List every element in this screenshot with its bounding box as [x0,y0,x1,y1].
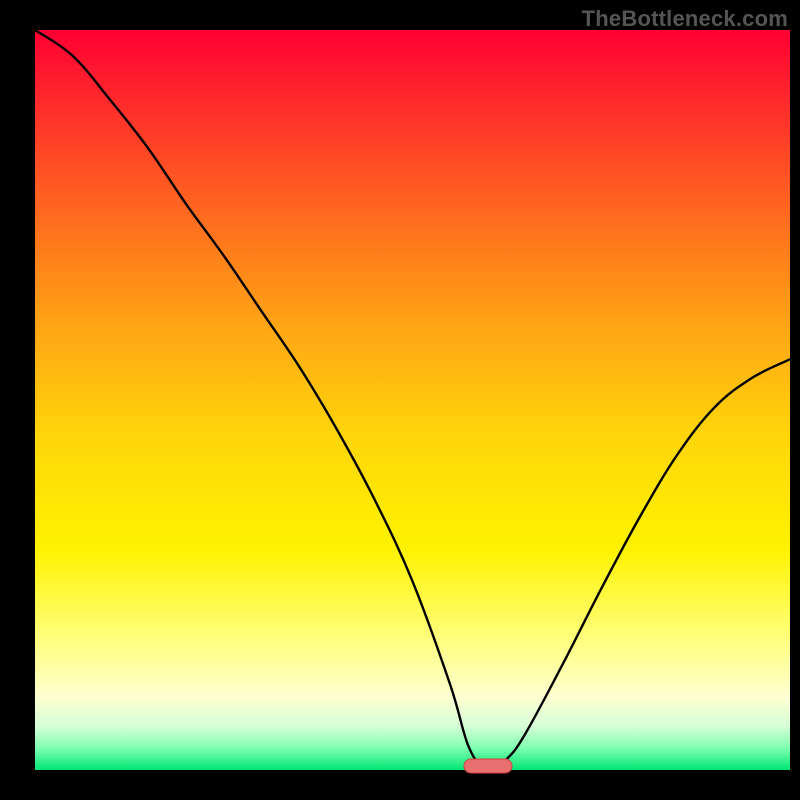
optimal-marker [464,759,512,773]
attribution-label: TheBottleneck.com [582,6,788,32]
chart-canvas: TheBottleneck.com [0,0,800,800]
bottleneck-chart [0,0,800,800]
